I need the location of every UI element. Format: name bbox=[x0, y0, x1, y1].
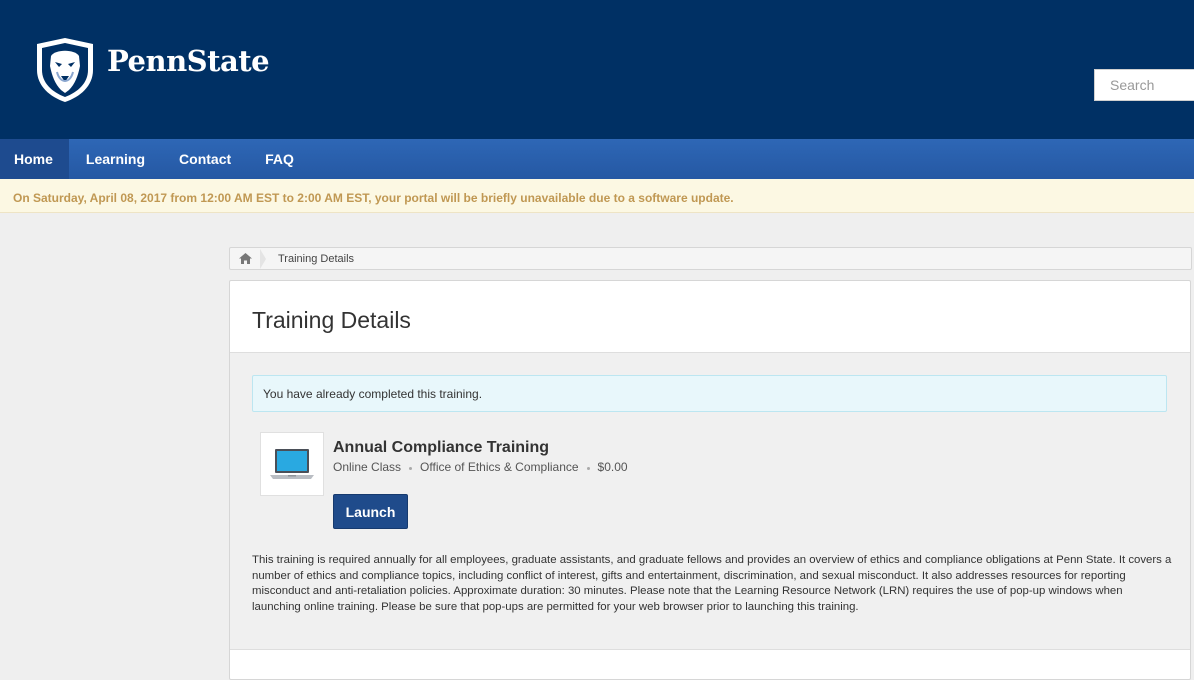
page-title: Training Details bbox=[252, 307, 411, 333]
main-nav: Home Learning Contact FAQ bbox=[0, 139, 1194, 179]
course-thumbnail bbox=[260, 432, 324, 496]
training-details-panel: Training Details You have already comple… bbox=[229, 280, 1191, 680]
completed-notice: You have already completed this training… bbox=[252, 375, 1167, 412]
nav-item-contact[interactable]: Contact bbox=[162, 139, 248, 179]
site-header: PennState bbox=[0, 0, 1194, 139]
maintenance-alert: On Saturday, April 08, 2017 from 12:00 A… bbox=[0, 179, 1194, 213]
meta-separator bbox=[586, 467, 590, 470]
course-provider: Office of Ethics & Compliance bbox=[420, 460, 579, 474]
course-description: This training is required annually for a… bbox=[252, 554, 1172, 613]
brand-wordmark[interactable]: PennState bbox=[107, 44, 270, 78]
breadcrumb-separator bbox=[260, 248, 266, 269]
course-title: Annual Compliance Training bbox=[333, 439, 550, 456]
breadcrumb: Training Details bbox=[229, 247, 1192, 270]
nav-item-home[interactable]: Home bbox=[0, 139, 69, 179]
nav-item-faq[interactable]: FAQ bbox=[248, 139, 311, 179]
home-icon[interactable] bbox=[230, 248, 260, 269]
launch-button[interactable]: Launch bbox=[333, 494, 408, 529]
nittany-lion-shield-icon[interactable] bbox=[33, 36, 97, 104]
course-type: Online Class bbox=[333, 460, 402, 474]
meta-separator bbox=[409, 467, 413, 470]
search-input[interactable] bbox=[1094, 69, 1194, 101]
course-meta: Online Class Office of Ethics & Complian… bbox=[333, 460, 628, 474]
nav-item-learning[interactable]: Learning bbox=[69, 139, 162, 179]
panel-body: You have already completed this training… bbox=[230, 352, 1190, 650]
course-price: $0.00 bbox=[597, 460, 628, 474]
laptop-icon bbox=[270, 449, 314, 479]
breadcrumb-current: Training Details bbox=[278, 252, 355, 265]
